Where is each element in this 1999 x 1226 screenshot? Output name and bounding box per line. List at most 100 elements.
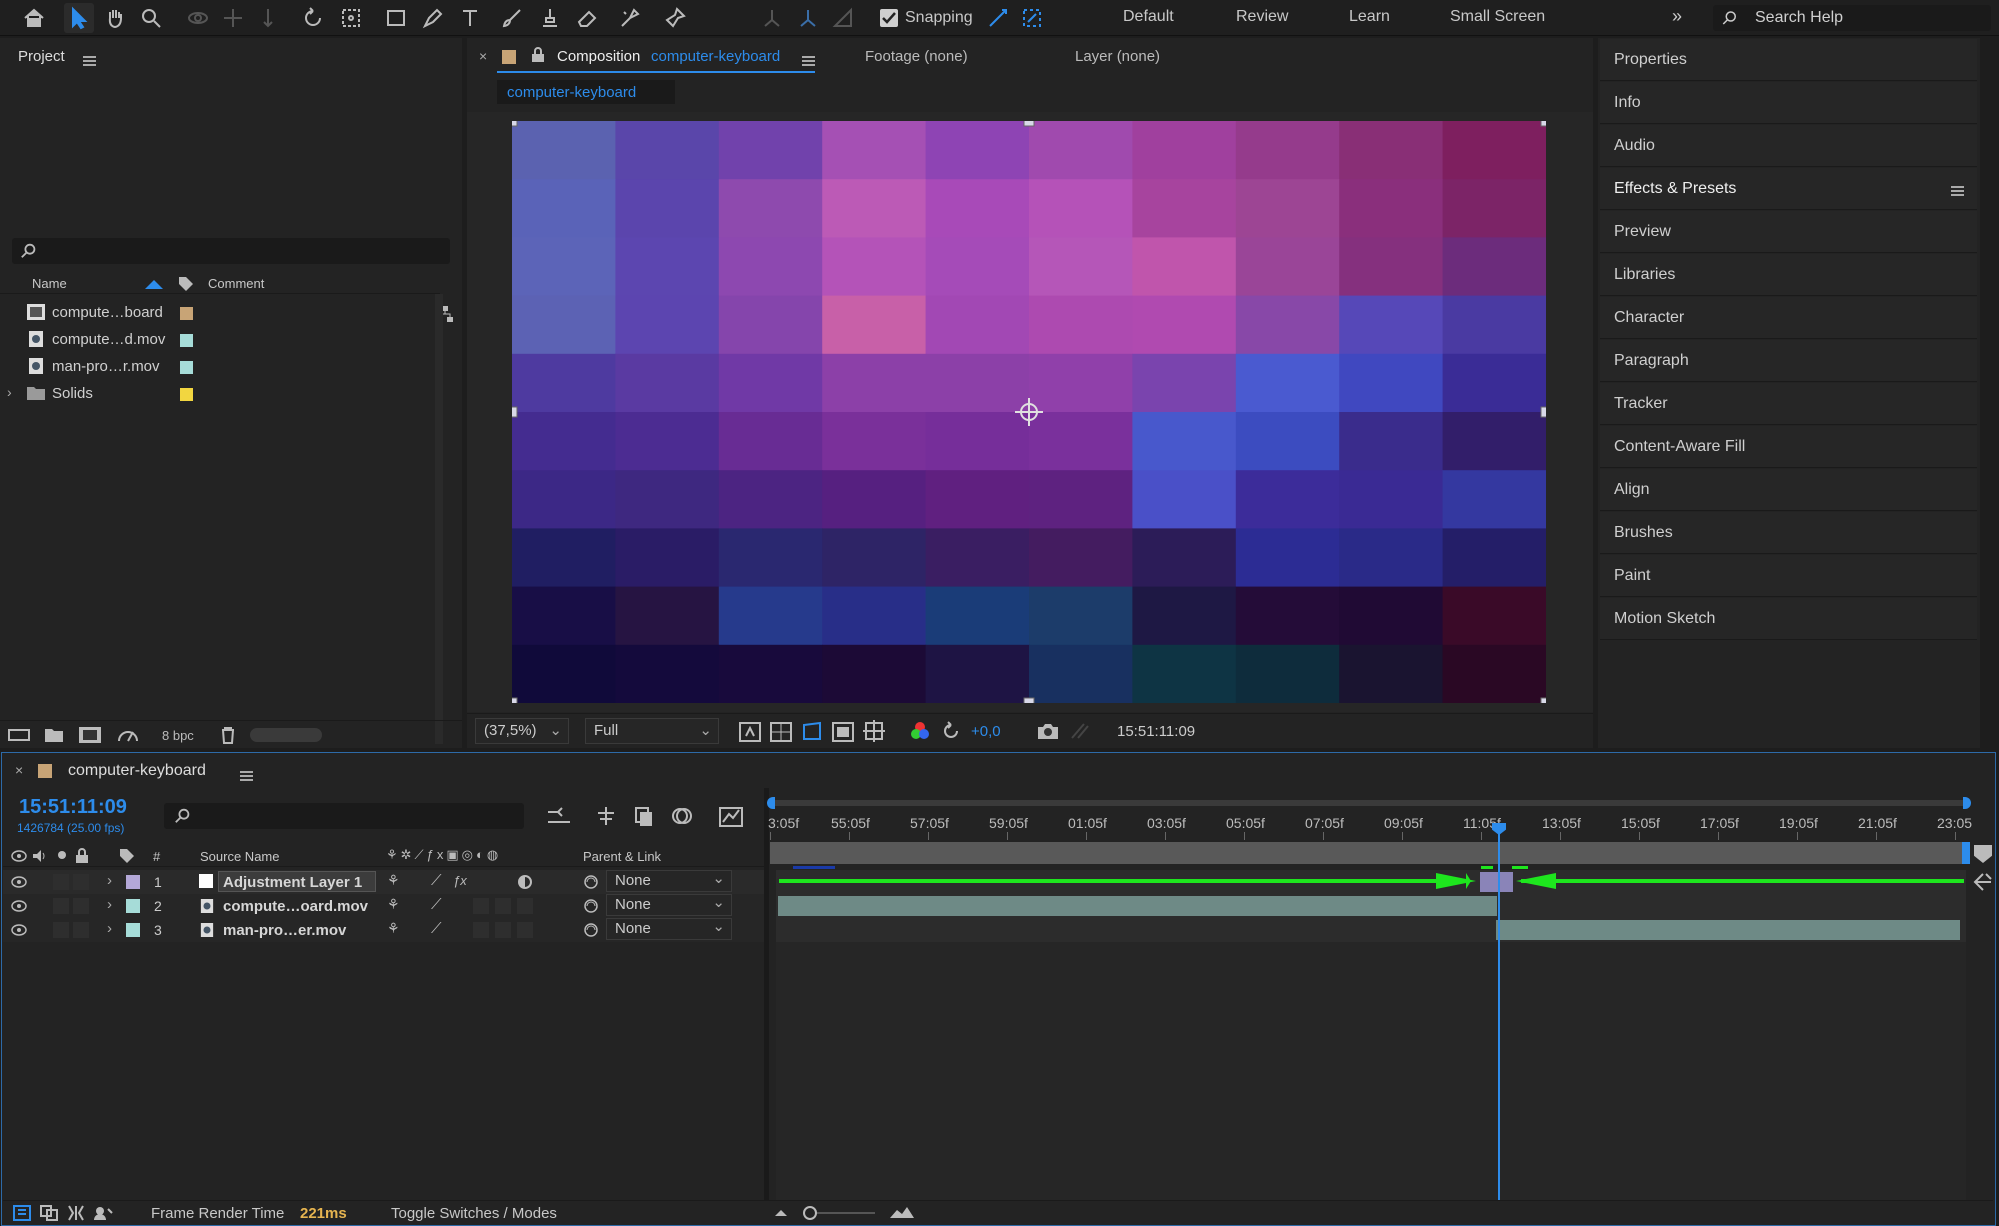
source-name-header[interactable]: Source Name [200,849,279,864]
current-time-display[interactable]: 15:51:11:09 [1117,723,1195,740]
snap-edges-icon[interactable] [983,3,1013,33]
pick-whip-icon[interactable] [583,898,599,914]
pick-whip-icon[interactable] [583,874,599,890]
search-help-field[interactable]: Search Help [1713,5,1991,31]
snapping-checkbox[interactable] [880,9,898,27]
project-item[interactable]: man-pro…r.mov [0,354,460,381]
trash-icon[interactable] [220,726,236,744]
reset-exposure-icon[interactable] [941,721,961,741]
adjust-project-settings-icon[interactable] [116,726,140,744]
right-panel-item[interactable]: Motion Sketch [1600,598,1977,640]
switch-slot[interactable] [473,922,489,938]
selection-tool-icon[interactable] [64,3,94,33]
expand-chevron-icon[interactable]: › [107,896,112,913]
time-navigator-end[interactable] [1962,842,1970,864]
rectangle-tool-icon[interactable] [381,3,411,33]
snapshot-camera-icon[interactable] [1037,722,1059,740]
transform-handle[interactable] [512,121,518,127]
project-item[interactable]: compute…d.mov [0,327,460,354]
timeline-search-input[interactable] [164,803,524,829]
right-panel-item[interactable]: Paint [1600,555,1977,597]
zoom-tool-icon[interactable] [136,3,166,33]
axis-view-icon[interactable] [828,3,858,33]
project-scrollbar[interactable] [435,294,443,744]
lock-icon[interactable] [531,47,545,63]
quality-switch-icon[interactable]: ⟋ [431,896,442,913]
project-search-input[interactable] [12,238,450,264]
timeline-current-time[interactable]: 15:51:11:09 [19,796,127,819]
magnification-dropdown[interactable]: (37,5%) ⌄ [475,718,569,744]
solo-switch[interactable] [53,874,69,890]
eye-visibility-icon[interactable] [11,900,27,912]
expand-chevron-icon[interactable]: › [107,872,112,889]
composition-menu-icon[interactable] [802,56,815,67]
eye-visibility-icon[interactable] [11,924,27,936]
playhead-line[interactable] [1498,830,1500,1200]
transform-handle[interactable] [1023,697,1035,703]
layer-tab[interactable]: Layer (none) [1075,48,1160,65]
solo-switch-icon[interactable] [58,851,66,859]
transform-handle[interactable] [1540,121,1546,127]
project-item[interactable]: compute…board [0,300,460,327]
workspace-small-screen[interactable]: Small Screen [1450,8,1545,26]
sort-ascending-icon[interactable] [145,279,163,289]
axis-local-icon[interactable] [757,3,787,33]
transform-handle[interactable] [512,697,518,703]
pan-camera-icon[interactable] [218,3,248,33]
expand-layer-duration-icon[interactable] [1972,872,1994,892]
project-menu-icon[interactable] [83,56,96,67]
transform-handle[interactable] [512,406,518,418]
right-panel-item[interactable]: Properties [1600,39,1977,81]
transform-handle[interactable] [1023,121,1035,127]
footage-tab[interactable]: Footage (none) [865,48,968,65]
label-color-swatch[interactable] [180,388,193,401]
new-folder-icon[interactable] [44,727,64,743]
switch-slot[interactable] [495,922,511,938]
layer-bar-compute-keyboard[interactable] [778,896,1497,916]
hand-tool-icon[interactable] [100,3,130,33]
composition-tab-name[interactable]: computer-keyboard [651,48,780,65]
toggle-switches-modes-button[interactable]: Toggle Switches / Modes [391,1205,557,1222]
timeline-tab-name[interactable]: computer-keyboard [68,762,206,780]
composition-tab-label[interactable]: Composition [557,48,640,65]
layer-row[interactable]: › 3 man-pro…er.mov ⚘ ⟋ None ⌄ [3,918,768,942]
transform-handle[interactable] [1540,406,1546,418]
expand-chevron-icon[interactable]: › [7,384,12,400]
shy-switch-icon[interactable]: ⚘ [387,920,400,937]
layer-name[interactable]: man-pro…er.mov [223,922,346,939]
transparency-grid-icon[interactable] [770,722,792,742]
type-tool-icon[interactable] [455,3,485,33]
home-icon[interactable] [19,3,49,33]
roto-brush-tool-icon[interactable] [615,3,645,33]
layer-name[interactable]: Adjustment Layer 1 [223,874,362,891]
audio-switch-icon[interactable] [31,848,47,864]
transfer-controls-pane-icon[interactable] [40,1205,58,1221]
right-panel-item[interactable]: Info [1600,82,1977,124]
layer-bar-man-pro[interactable] [1496,920,1960,940]
expand-chevron-icon[interactable]: › [107,920,112,937]
project-item[interactable]: › Solids [0,381,460,408]
clone-stamp-tool-icon[interactable] [535,3,565,33]
resolution-dropdown[interactable]: Full ⌄ [585,718,719,744]
composition-mini-flowchart-icon[interactable] [546,806,572,828]
right-panel-item[interactable]: Libraries [1600,254,1977,296]
grid-guides-icon[interactable] [863,720,885,742]
comment-column-header[interactable]: Comment [208,276,264,291]
parent-dropdown[interactable]: None ⌄ [606,870,732,892]
orbit-camera-icon[interactable] [183,3,213,33]
more-workspaces-icon[interactable]: » [1672,6,1682,27]
composition-canvas[interactable] [512,121,1546,703]
lock-switch[interactable] [73,874,89,890]
lock-switch[interactable] [73,922,89,938]
right-panel-item[interactable]: Tracker [1600,383,1977,425]
in-out-pane-icon[interactable] [67,1205,85,1221]
layer-row[interactable]: › 1 Adjustment Layer 1 ⚘ ⟋ ƒx None ⌄ [3,870,768,894]
time-navigator-bar[interactable] [770,842,1965,864]
timeline-zoom-thumb[interactable] [803,1206,817,1220]
close-tab-icon[interactable]: × [479,48,487,64]
quality-switch-icon[interactable]: ⟋ [431,920,442,937]
lock-switch-icon[interactable] [75,848,89,864]
right-panel-item[interactable]: Effects & Presets [1600,168,1977,210]
mask-visibility-icon[interactable] [801,720,823,742]
eraser-tool-icon[interactable] [572,3,602,33]
